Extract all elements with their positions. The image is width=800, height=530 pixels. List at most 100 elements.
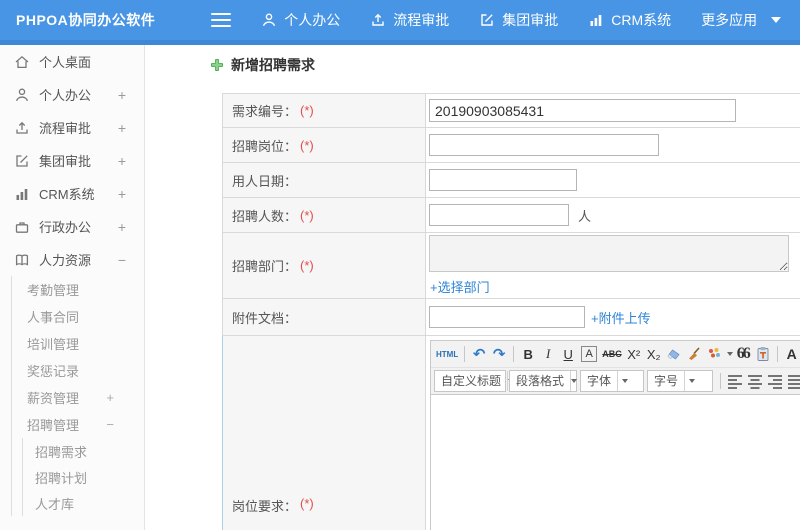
required-mark: (*): [300, 207, 314, 223]
form-row-job-requirements: 岗位要求： (*) HTML ↶ ↷ B I U A ABC X² X₂ 66 …: [222, 336, 800, 530]
form-row-department: 招聘部门： (*) +选择部门: [222, 233, 800, 299]
caret-down-icon: [684, 371, 699, 391]
field-label: 需求编号：: [232, 104, 298, 119]
expand-plus[interactable]: +: [118, 153, 126, 169]
page-title: 新增招聘需求: [210, 55, 315, 75]
user-icon: [14, 87, 30, 103]
headcount-input[interactable]: [429, 204, 569, 226]
nav-item-group-approval[interactable]: 集团审批: [479, 10, 558, 30]
form-row-request-number: 需求编号： (*): [222, 93, 800, 128]
font-color-button[interactable]: A: [782, 344, 800, 365]
rich-text-editor: HTML ↶ ↷ B I U A ABC X² X₂ 66 A 自定义标题 段落…: [430, 340, 800, 530]
required-mark: (*): [300, 258, 314, 273]
font-family-select[interactable]: 字体: [580, 370, 644, 392]
recruitment-submenu: 招聘需求 招聘计划 人才库: [22, 438, 144, 516]
nav-item-personal-office[interactable]: 个人办公: [261, 10, 340, 30]
font-size-select[interactable]: 字号: [647, 370, 713, 392]
sidebar-subitem-attendance[interactable]: 考勤管理: [12, 276, 144, 303]
form-row-hire-date: 用人日期：: [222, 163, 800, 198]
strikethrough-button[interactable]: ABC: [600, 344, 624, 365]
required-mark: (*): [300, 137, 314, 153]
format-brush-icon[interactable]: [684, 344, 704, 365]
bold-button[interactable]: B: [518, 344, 538, 365]
attachment-input[interactable]: [429, 306, 585, 328]
field-label: 附件文档：: [232, 310, 298, 326]
sidebar-subitem-rewards[interactable]: 奖惩记录: [12, 357, 144, 384]
field-label: 招聘人数：: [232, 208, 298, 224]
required-mark: (*): [300, 103, 314, 118]
paragraph-format-select[interactable]: 段落格式: [509, 370, 578, 392]
sidebar-item-personal-office[interactable]: 个人办公 +: [0, 78, 144, 111]
undo-button[interactable]: ↶: [469, 344, 489, 365]
sidebar-item-crm-system[interactable]: CRM系统 +: [0, 177, 144, 210]
expand-plus[interactable]: +: [118, 186, 126, 202]
underline-button[interactable]: U: [558, 344, 578, 365]
sidebar-subitem-recruit-demand[interactable]: 招聘需求: [23, 438, 144, 464]
user-icon: [261, 12, 277, 28]
expand-plus[interactable]: +: [106, 390, 114, 405]
subscript-button[interactable]: X₂: [644, 344, 664, 365]
headcount-unit: 人: [578, 208, 592, 224]
caret-down-icon: [570, 371, 578, 391]
sidebar-subitem-hr-contract[interactable]: 人事合同: [12, 303, 144, 330]
expand-plus[interactable]: +: [118, 120, 126, 136]
align-right-icon[interactable]: [765, 371, 785, 392]
home-icon: [14, 54, 30, 70]
superscript-button[interactable]: X²: [624, 344, 644, 365]
hire-date-input[interactable]: [429, 169, 577, 191]
request-number-input[interactable]: [429, 99, 736, 122]
align-center-icon[interactable]: [745, 371, 765, 392]
expand-plus[interactable]: +: [118, 87, 126, 103]
expand-minus[interactable]: −: [106, 417, 114, 432]
font-style-button[interactable]: A: [581, 346, 598, 362]
sidebar-item-human-resources[interactable]: 人力资源 −: [0, 243, 144, 276]
align-justify-icon[interactable]: [785, 371, 800, 392]
required-mark: (*): [300, 496, 314, 511]
hamburger-menu-icon[interactable]: [211, 9, 232, 31]
redo-button[interactable]: ↷: [489, 344, 509, 365]
eraser-icon[interactable]: [664, 344, 684, 365]
editor-content-area[interactable]: [431, 395, 800, 530]
sidebar-item-personal-desktop[interactable]: 个人桌面: [0, 45, 144, 78]
nav-item-crm-system[interactable]: CRM系统: [588, 10, 671, 30]
form-row-headcount: 招聘人数： (*) 人: [222, 198, 800, 233]
blockquote-button[interactable]: 66: [733, 344, 753, 365]
sidebar-subitem-training[interactable]: 培训管理: [12, 330, 144, 357]
add-plus-icon: [210, 58, 224, 72]
bar-chart-icon: [588, 12, 604, 28]
align-left-icon[interactable]: [725, 371, 745, 392]
form-row-job-position: 招聘岗位： (*): [222, 128, 800, 163]
nav-item-more-apps[interactable]: 更多应用: [701, 10, 782, 30]
editor-toolbar-row1: HTML ↶ ↷ B I U A ABC X² X₂ 66 A: [431, 341, 800, 368]
sidebar-item-admin-office[interactable]: 行政办公 +: [0, 210, 144, 243]
top-navbar: PHPOA协同办公软件 个人办公 流程审批 集团审批 CRM系统 更多应用: [0, 0, 800, 45]
job-position-input[interactable]: [429, 134, 659, 156]
sidebar: 个人桌面 个人办公 + 流程审批 + 集团审批 + CRM系统 + 行政办公 +…: [0, 45, 145, 530]
recruitment-form: 需求编号： (*) 招聘岗位： (*) 用人: [222, 93, 800, 530]
sidebar-subitem-recruit-plan[interactable]: 招聘计划: [23, 464, 144, 490]
editor-toolbar-row2: 自定义标题 段落格式 字体 字号: [431, 368, 800, 395]
bar-chart-icon: [14, 186, 30, 202]
department-textarea[interactable]: [429, 235, 789, 272]
color-palette-icon[interactable]: [704, 344, 724, 365]
field-label: 招聘岗位：: [232, 138, 298, 154]
sidebar-subitem-salary[interactable]: 薪资管理 +: [12, 384, 144, 411]
paste-text-icon[interactable]: [753, 344, 773, 365]
expand-minus[interactable]: −: [118, 252, 126, 268]
nav-item-workflow-approval[interactable]: 流程审批: [370, 10, 449, 30]
html-source-button[interactable]: HTML: [434, 344, 460, 365]
caret-down-icon: [771, 17, 782, 23]
sidebar-subitem-talent-pool[interactable]: 人才库: [23, 490, 144, 516]
sidebar-item-group-approval[interactable]: 集团审批 +: [0, 144, 144, 177]
select-department-link[interactable]: +选择部门: [430, 277, 490, 296]
sidebar-subitem-recruitment[interactable]: 招聘管理 −: [12, 411, 144, 438]
field-label: 用人日期：: [232, 173, 298, 189]
hr-submenu: 考勤管理 人事合同 培训管理 奖惩记录 薪资管理 + 招聘管理 − 招聘需求 招…: [11, 276, 144, 516]
italic-button[interactable]: I: [538, 344, 558, 365]
expand-plus[interactable]: +: [118, 219, 126, 235]
heading-select[interactable]: 自定义标题: [434, 370, 515, 392]
attachment-upload-link[interactable]: +附件上传: [591, 308, 651, 327]
brand-title: PHPOA协同办公软件: [16, 12, 156, 28]
sidebar-item-workflow-approval[interactable]: 流程审批 +: [0, 111, 144, 144]
edit-icon: [14, 153, 30, 169]
